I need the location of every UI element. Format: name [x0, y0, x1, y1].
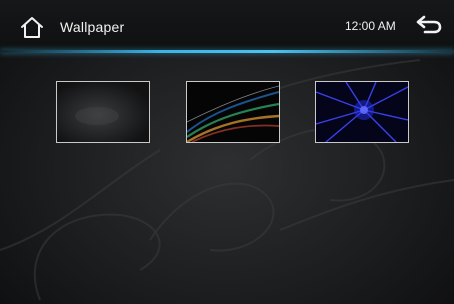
page-title: Wallpaper — [60, 19, 125, 35]
wallpaper-thumbnail-1[interactable] — [56, 81, 150, 143]
blue-rays-image — [316, 82, 408, 142]
header-accent-line — [0, 50, 454, 53]
home-icon — [21, 17, 43, 38]
wallpaper-thumbnail-3[interactable] — [315, 81, 409, 143]
back-button[interactable] — [414, 12, 444, 38]
home-button[interactable] — [18, 14, 46, 40]
header-bar: Wallpaper 12:00 AM — [0, 0, 454, 52]
color-streaks-image — [187, 82, 279, 142]
wallpaper-thumbnail-2[interactable] — [186, 81, 280, 143]
dark-smoke-image — [57, 82, 149, 142]
clock: 12:00 AM — [345, 19, 396, 33]
back-arrow-icon — [416, 15, 442, 34]
wallpaper-screen: Wallpaper 12:00 AM — [0, 0, 454, 304]
